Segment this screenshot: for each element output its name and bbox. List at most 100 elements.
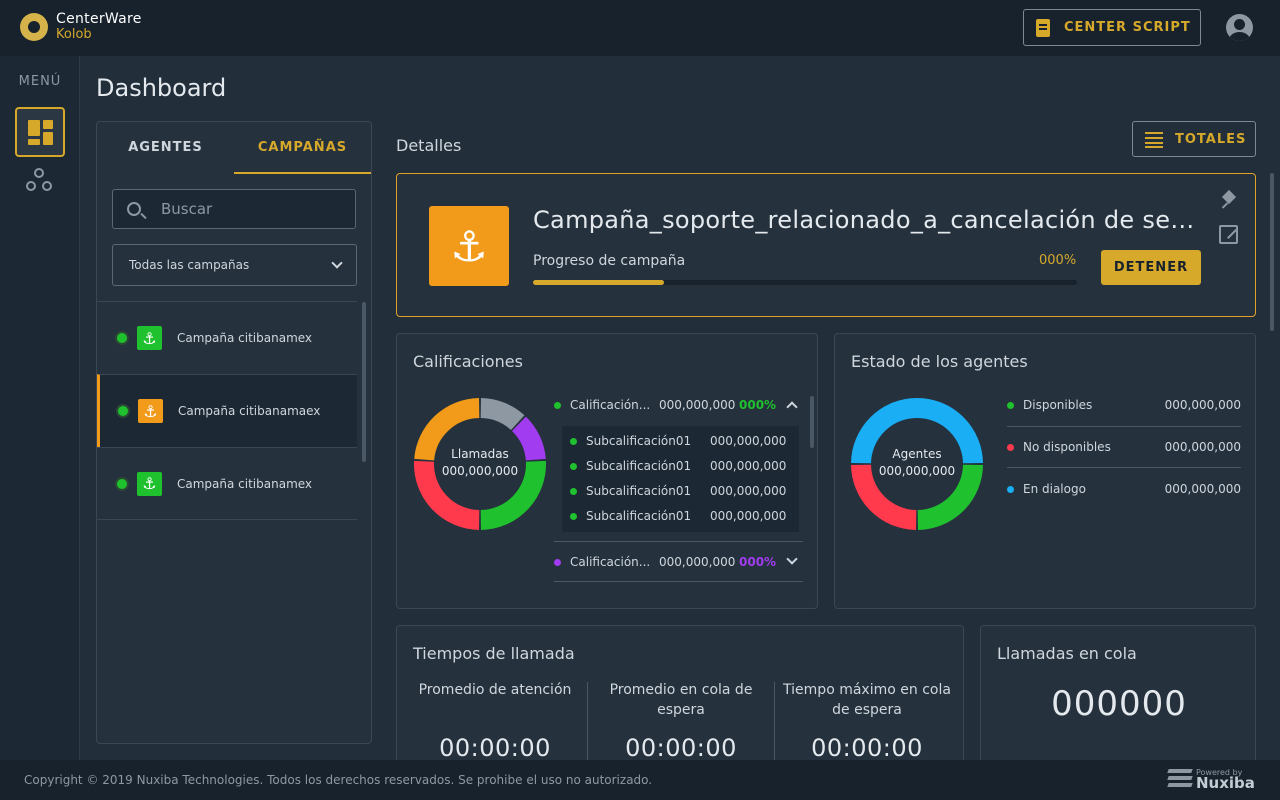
chevron-down-icon[interactable] xyxy=(786,553,798,565)
search-box[interactable] xyxy=(112,189,356,229)
calificacion-value: 000,000,000 xyxy=(659,398,736,412)
agent-status-label: En dialogo xyxy=(1023,482,1086,496)
agent-status-label: No disponibles xyxy=(1023,440,1111,454)
chevron-up-icon[interactable] xyxy=(786,401,798,413)
calificaciones-card: Calificaciones Llamadas 000,000,000 Cali… xyxy=(396,333,818,609)
tiempo-column: Promedio de atención 00:00:00 xyxy=(402,680,588,762)
subcalificaciones-list: Subcalificación01 000,000,000 Subcalific… xyxy=(562,426,799,532)
calificaciones-title: Calificaciones xyxy=(413,352,523,371)
agent-status-row: En dialogo 000,000,000 xyxy=(1007,468,1241,510)
powered-by-nuxiba: Powered by Nuxiba xyxy=(1167,767,1255,792)
donut-center-value: 000,000,000 xyxy=(441,464,519,478)
campaign-title: Campaña_soporte_relacionado_a_cancelació… xyxy=(533,206,1203,234)
agent-status-row: No disponibles 000,000,000 xyxy=(1007,426,1241,468)
dashboard-icon xyxy=(28,120,40,136)
progress-percent: 000% xyxy=(1039,253,1077,268)
campaign-list-item[interactable]: ⚓ Campaña citibanamex xyxy=(97,447,357,520)
nuxiba-logo-icon xyxy=(1167,767,1193,789)
legend-dot xyxy=(1007,401,1014,409)
campaigns-menu-icon[interactable] xyxy=(26,168,54,194)
tiempo-value: 00:00:00 xyxy=(439,734,551,762)
status-online-dot xyxy=(117,333,127,343)
llamadas-cola-card: Llamadas en cola 000000 xyxy=(980,625,1256,765)
subcalificacion-row: Subcalificación01 000,000,000 xyxy=(570,459,786,473)
donut-segment xyxy=(480,398,525,431)
llamadas-cola-title: Llamadas en cola xyxy=(997,644,1137,663)
user-account-icon[interactable] xyxy=(1226,14,1253,41)
progress-bar-fill xyxy=(533,280,664,285)
calificacion-value: 000,000,000 xyxy=(659,555,736,569)
copyright-text: Copyright © 2019 Nuxiba Technologies. To… xyxy=(24,773,653,787)
details-heading: Detalles xyxy=(396,136,462,155)
tiempo-column: Promedio en cola de espera 00:00:00 xyxy=(588,680,774,762)
top-bar: CenterWare Kolob CENTER SCRIPT xyxy=(0,0,1280,56)
campaign-detail-card: ⚓ Campaña_soporte_relacionado_a_cancelac… xyxy=(396,173,1256,317)
estado-agentes-title: Estado de los agentes xyxy=(851,352,1028,371)
footer: Copyright © 2019 Nuxiba Technologies. To… xyxy=(0,760,1280,800)
legend-dot xyxy=(1007,443,1014,451)
search-icon xyxy=(127,202,141,216)
donut-center-value: 000,000,000 xyxy=(878,464,956,478)
progress-label: Progreso de campaña xyxy=(533,253,686,269)
tiempo-column: Tiempo máximo en cola de espera 00:00:00 xyxy=(774,680,960,762)
centerware-logo-icon xyxy=(20,13,48,41)
tiempo-value: 00:00:00 xyxy=(625,734,737,762)
tiempo-label: Promedio en cola de espera xyxy=(609,682,753,718)
details-scrollbar[interactable] xyxy=(1270,173,1274,331)
anchor-icon: ⚓ xyxy=(137,326,162,350)
agent-status-label: Disponibles xyxy=(1023,398,1093,412)
campaign-list-scrollbar[interactable] xyxy=(362,302,366,462)
tab-agentes[interactable]: AGENTES xyxy=(97,122,234,174)
page-title: Dashboard xyxy=(96,74,227,102)
tiempos-title: Tiempos de llamada xyxy=(413,644,575,663)
menu-label: MENÚ xyxy=(18,74,62,89)
calificacion-percent: 000% xyxy=(739,555,777,569)
agent-status-row: Disponibles 000,000,000 xyxy=(1007,384,1241,426)
stop-campaign-button[interactable]: DETENER xyxy=(1101,250,1201,285)
center-script-button[interactable]: CENTER SCRIPT xyxy=(1023,9,1201,46)
calificacion-row[interactable]: Calificación... 000,000,000 000% xyxy=(554,398,776,412)
anchor-icon: ⚓ xyxy=(137,471,162,496)
center-script-label: CENTER SCRIPT xyxy=(1064,20,1191,35)
pin-icon[interactable] xyxy=(1221,192,1237,210)
donut-center-label: Llamadas xyxy=(451,447,509,461)
chevron-down-icon xyxy=(331,257,343,269)
anchor-icon: ⚓ xyxy=(138,399,163,423)
app-logo[interactable]: CenterWare Kolob xyxy=(20,12,142,42)
campaign-list-item[interactable]: ⚓ Campaña citibanamex xyxy=(97,301,357,374)
calificaciones-scrollbar[interactable] xyxy=(810,396,814,448)
tiempo-label: Tiempo máximo en cola de espera xyxy=(783,682,951,718)
calificacion-label: Calificación... xyxy=(570,555,651,569)
progress-bar xyxy=(533,280,1077,285)
agent-status-value: 000,000,000 xyxy=(1164,398,1241,412)
campaign-list-item[interactable]: ⚓ Campaña citibanamaex xyxy=(97,374,357,447)
status-online-dot xyxy=(118,406,128,416)
search-input[interactable] xyxy=(161,200,341,218)
tab-campanas[interactable]: CAMPAÑAS xyxy=(234,122,371,174)
llamadas-cola-value: 000000 xyxy=(1051,684,1187,724)
totales-button[interactable]: TOTALES xyxy=(1132,121,1256,157)
estado-agentes-card: Estado de los agentes Agentes 000,000,00… xyxy=(834,333,1256,609)
open-external-icon[interactable] xyxy=(1219,225,1238,244)
calificacion-percent: 000% xyxy=(739,398,777,412)
anchor-icon: ⚓ xyxy=(429,206,509,286)
script-document-icon xyxy=(1036,18,1050,37)
agent-status-value: 000,000,000 xyxy=(1164,482,1241,496)
campaign-name: Campaña citibanamex xyxy=(177,476,313,491)
dashboard-menu-button[interactable] xyxy=(15,107,65,157)
campaign-filter-select[interactable]: Todas las campañas xyxy=(112,244,357,286)
brand-name: CenterWare xyxy=(56,11,142,27)
status-online-dot xyxy=(117,478,127,489)
campaign-name: Campaña citibanamex xyxy=(177,331,313,345)
calificacion-row[interactable]: Calificación... 000,000,000 000% xyxy=(554,555,776,569)
totales-label: TOTALES xyxy=(1175,131,1247,147)
subcalificacion-row: Subcalificación01 000,000,000 xyxy=(570,509,786,523)
nuxiba-brand: Nuxiba xyxy=(1196,774,1255,792)
tiempo-value: 00:00:00 xyxy=(811,734,923,762)
table-list-icon xyxy=(1145,131,1163,148)
campaign-filter-value: Todas las campañas xyxy=(129,258,250,272)
tiempo-label: Promedio de atención xyxy=(418,682,572,698)
donut-center-label: Agentes xyxy=(892,447,942,461)
legend-dot xyxy=(554,558,561,566)
legend-dot xyxy=(554,401,561,409)
